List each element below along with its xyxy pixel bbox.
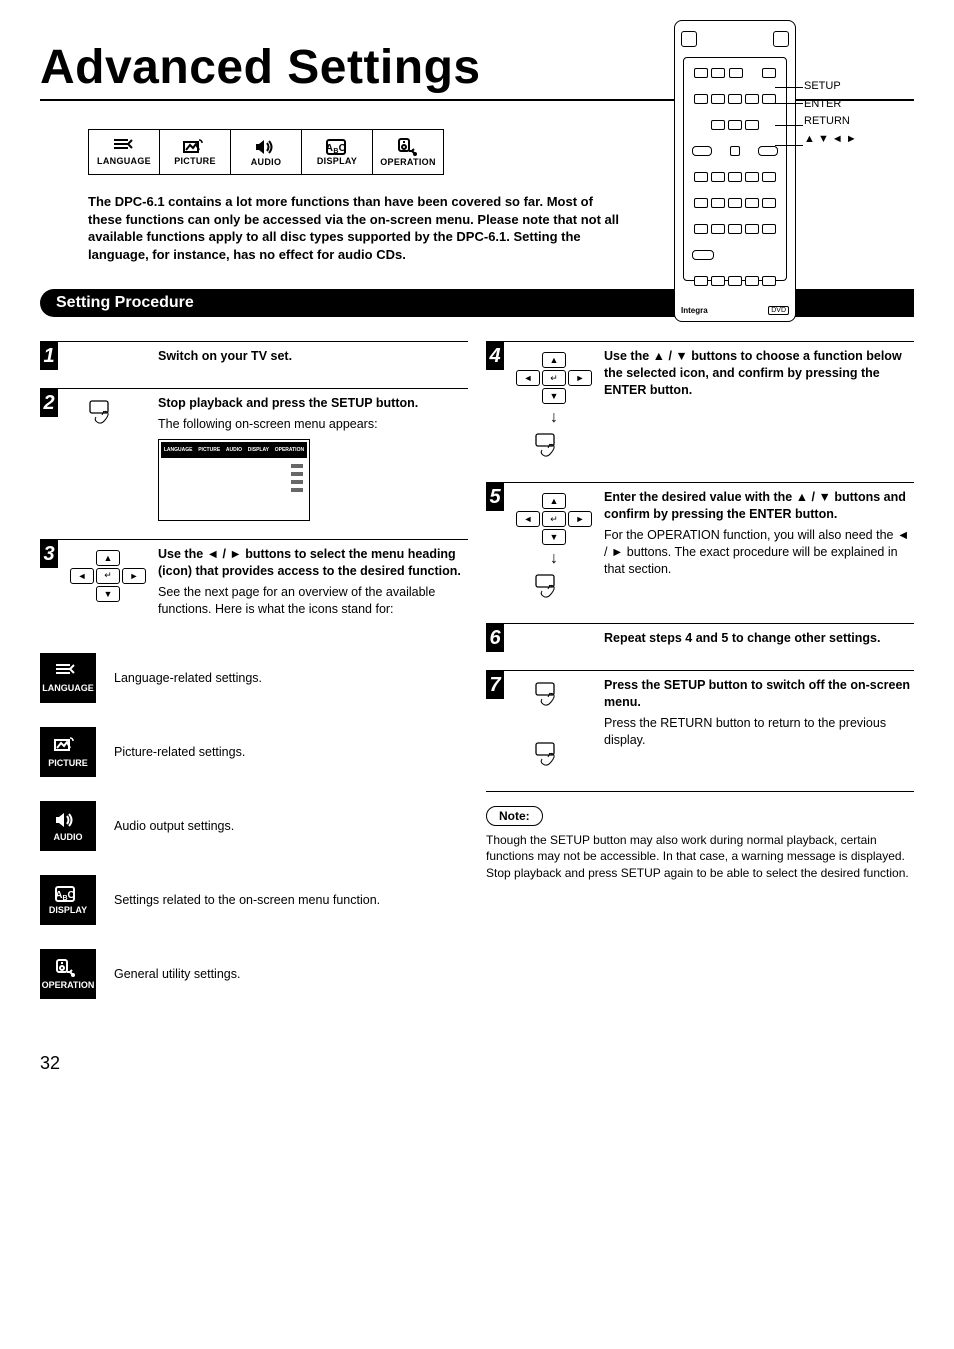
step-number: 4 [486,342,504,370]
icon-def-display: DISPLAY Settings related to the on-scree… [40,875,468,925]
remote-label-arrows: ▲ ▼ ◄ ► [804,131,857,149]
icon-label: PICTURE [48,758,88,768]
icon-label: PICTURE [174,156,216,166]
note-title: Note: [486,806,543,826]
dpad-icon: ▲ ◄► ▼ [516,493,592,545]
dpad-icon: ▲ ◄► ▼ [516,352,592,404]
step-title: Stop playback and press the SETUP button… [158,395,468,412]
step-number: 7 [486,671,504,699]
press-button-icon [534,573,574,605]
audio-icon: AUDIO [40,801,96,851]
icon-def-text: Language-related settings. [114,671,468,685]
step-number: 3 [40,540,58,568]
step-number: 2 [40,389,58,417]
audio-icon: AUDIO [231,130,302,174]
osd-tab: LANGUAGE [164,447,193,454]
display-icon: DISPLAY [40,875,96,925]
step-7: 7 Press the SETUP button to switch off t… [486,670,914,792]
language-icon: LANGUAGE [40,653,96,703]
remote-brand: Integra [681,306,708,315]
icon-label: LANGUAGE [97,156,151,166]
arrow-down-icon: ↓ [550,410,558,426]
press-button-icon [88,399,128,431]
dpad-icon: ▲ ◄► ▼ [70,550,146,602]
step-title: Switch on your TV set. [158,348,468,365]
step-4: 4 ▲ ◄► ▼ ↓ Use the ▲ / ▼ buttons to choo… [486,341,914,482]
step-title: Use the ▲ / ▼ buttons to choose a functi… [604,348,914,399]
icon-def-language: LANGUAGE Language-related settings. [40,653,468,703]
step-title: Press the SETUP button to switch off the… [604,677,914,711]
page-number: 32 [40,1053,914,1074]
remote-label-setup: SETUP [804,78,857,96]
press-button-icon [534,432,574,464]
osd-tab: PICTURE [198,447,220,454]
step-number: 6 [486,624,504,652]
step-body-text: See the next page for an overview of the… [158,584,468,618]
menu-icon-strip: LANGUAGE PICTURE AUDIO DISPLAY OPERATION [88,129,444,175]
icon-def-text: General utility settings. [114,967,468,981]
note-box: Note: Though the SETUP button may also w… [486,806,914,881]
intro-text: The DPC-6.1 contains a lot more function… [88,193,628,263]
icon-label: AUDIO [54,832,83,842]
remote-label-enter: ENTER [804,96,857,114]
step-2: 2 Stop playback and press the SETUP butt… [40,388,468,539]
osd-screen-illustration: LANGUAGE PICTURE AUDIO DISPLAY OPERATION [158,439,310,521]
icon-label: AUDIO [251,157,282,167]
icon-def-text: Audio output settings. [114,819,468,833]
step-body-text: For the OPERATION function, you will als… [604,527,914,578]
picture-icon: PICTURE [160,130,231,174]
icon-label: OPERATION [380,157,436,167]
step-body-text: The following on-screen menu appears: [158,416,468,433]
osd-tab: AUDIO [226,447,242,454]
osd-tab: DISPLAY [248,447,269,454]
remote-dvd-label: DVD [768,306,789,315]
step-1: 1 Switch on your TV set. [40,341,468,388]
step-5: 5 ▲ ◄► ▼ ↓ Enter the desired value with … [486,482,914,623]
press-button-icon [534,681,574,713]
icon-label: DISPLAY [317,156,357,166]
icon-def-operation: OPERATION General utility settings. [40,949,468,999]
step-number: 5 [486,483,504,511]
osd-tab: OPERATION [275,447,304,454]
icon-def-picture: PICTURE Picture-related settings. [40,727,468,777]
step-6: 6 Repeat steps 4 and 5 to change other s… [486,623,914,670]
remote-label-return: RETURN [804,113,857,131]
picture-icon: PICTURE [40,727,96,777]
step-body-text: Press the RETURN button to return to the… [604,715,914,749]
language-icon: LANGUAGE [89,130,160,174]
display-icon: DISPLAY [302,130,373,174]
icon-def-text: Settings related to the on-screen menu f… [114,893,468,907]
icon-label: LANGUAGE [42,683,94,693]
note-text: Though the SETUP button may also work du… [486,832,914,881]
operation-icon: OPERATION [373,130,443,174]
step-number: 1 [40,342,58,370]
remote-diagram: Integra DVD SETUP ENTER RETURN ▲ ▼ ◄ ► [674,20,914,322]
step-title: Use the ◄ / ► buttons to select the menu… [158,546,468,580]
icon-label: OPERATION [42,980,95,990]
operation-icon: OPERATION [40,949,96,999]
icon-def-audio: AUDIO Audio output settings. [40,801,468,851]
arrow-down-icon: ↓ [550,551,558,567]
step-title: Repeat steps 4 and 5 to change other set… [604,630,914,647]
step-3: 3 ▲ ◄► ▼ Use the ◄ / ► buttons to select… [40,539,468,640]
icon-label: DISPLAY [49,905,87,915]
step-title: Enter the desired value with the ▲ / ▼ b… [604,489,914,523]
press-button-icon [534,741,574,773]
icon-def-text: Picture-related settings. [114,745,468,759]
